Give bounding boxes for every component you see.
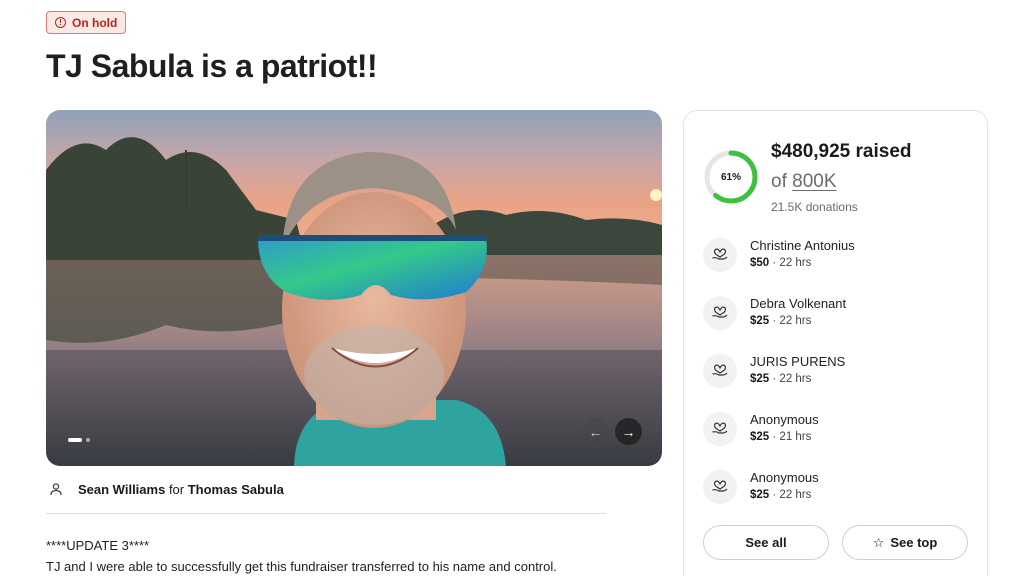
donor-time: 22 hrs bbox=[779, 257, 812, 269]
goal: of 800K bbox=[771, 171, 837, 193]
donor-name: Anonymous bbox=[750, 412, 819, 427]
see-top-button[interactable]: ☆ See top bbox=[842, 525, 968, 560]
carousel-prev-button[interactable]: ← bbox=[582, 418, 609, 445]
person-icon bbox=[46, 479, 66, 499]
donor-name: Christine Antonius bbox=[750, 238, 855, 253]
story-line: ****UPDATE 3**** bbox=[46, 538, 150, 553]
goal-amount[interactable]: 800K bbox=[792, 171, 836, 192]
page-title: TJ Sabula is a patriot!! bbox=[46, 48, 378, 84]
carousel-dot[interactable] bbox=[86, 438, 90, 442]
donation-count: 21.5K donations bbox=[771, 200, 858, 214]
donor-amount: $25 bbox=[750, 315, 770, 327]
donor-item: JURIS PURENS $25 · 22 hrs bbox=[703, 352, 973, 410]
donor-meta: $25 · 22 hrs bbox=[750, 489, 812, 501]
see-top-label: See top bbox=[890, 535, 938, 550]
heart-hand-icon bbox=[703, 238, 737, 272]
donor-name: Debra Volkenant bbox=[750, 296, 847, 311]
donor-time: 22 hrs bbox=[779, 315, 812, 327]
donor-name: JURIS PURENS bbox=[750, 354, 846, 369]
status-badge-label: On hold bbox=[72, 15, 118, 30]
beneficiary-name[interactable]: Thomas Sabula bbox=[188, 482, 284, 497]
donor-time: 21 hrs bbox=[779, 431, 812, 443]
organizer-connector: for bbox=[168, 481, 185, 497]
heart-hand-icon bbox=[703, 354, 737, 388]
arrow-right-icon: → bbox=[621, 423, 636, 440]
progress-ring: 61% bbox=[703, 149, 759, 205]
arrow-left-icon: ← bbox=[588, 423, 603, 440]
see-all-button[interactable]: See all bbox=[703, 525, 829, 560]
donor-amount: $25 bbox=[750, 431, 770, 443]
divider bbox=[46, 513, 606, 514]
donor-time: 22 hrs bbox=[779, 489, 812, 501]
donor-time: 22 hrs bbox=[779, 373, 812, 385]
heart-hand-icon bbox=[703, 296, 737, 330]
donor-item: Anonymous $25 · 22 hrs bbox=[703, 468, 973, 526]
star-icon: ☆ bbox=[872, 534, 885, 550]
status-badge: ! On hold bbox=[46, 11, 127, 34]
amount-raised: $480,925 raised bbox=[771, 141, 912, 162]
heart-hand-icon bbox=[703, 412, 737, 446]
organizer-line: Sean Williams for Thomas Sabula bbox=[46, 479, 284, 499]
carousel-indicator[interactable] bbox=[68, 438, 90, 442]
donor-meta: $25 · 22 hrs bbox=[750, 373, 812, 385]
story-text: ****UPDATE 3**** TJ and I were able to s… bbox=[46, 535, 557, 576]
see-all-label: See all bbox=[745, 535, 787, 550]
heart-hand-icon bbox=[703, 470, 737, 504]
progress-percent: 61% bbox=[720, 171, 741, 183]
donor-amount: $25 bbox=[750, 373, 770, 385]
donor-item: Christine Antonius $50 · 22 hrs bbox=[703, 236, 973, 294]
donor-list: Christine Antonius $50 · 22 hrs Debra Vo… bbox=[703, 236, 973, 526]
carousel-dot-active[interactable] bbox=[68, 438, 82, 442]
carousel-next-button[interactable]: → bbox=[615, 418, 642, 445]
story-line: TJ and I were able to successfully get t… bbox=[46, 559, 557, 574]
donor-meta: $50 · 22 hrs bbox=[750, 257, 812, 269]
hero-image: ← → bbox=[46, 110, 662, 466]
donor-item: Anonymous $25 · 21 hrs bbox=[703, 410, 973, 468]
organizer-name[interactable]: Sean Williams bbox=[78, 482, 165, 497]
donor-name: Anonymous bbox=[750, 470, 819, 485]
donor-meta: $25 · 22 hrs bbox=[750, 315, 812, 327]
donor-amount: $25 bbox=[750, 489, 770, 501]
donation-card: 61% $480,925 raised of 800K 21.5K donati… bbox=[683, 110, 988, 576]
donor-item: Debra Volkenant $25 · 22 hrs bbox=[703, 294, 973, 352]
info-icon: ! bbox=[55, 17, 66, 28]
donor-meta: $25 · 21 hrs bbox=[750, 431, 812, 443]
fundraiser-photo bbox=[46, 110, 662, 466]
goal-prefix: of bbox=[771, 171, 787, 192]
donor-amount: $50 bbox=[750, 257, 770, 269]
